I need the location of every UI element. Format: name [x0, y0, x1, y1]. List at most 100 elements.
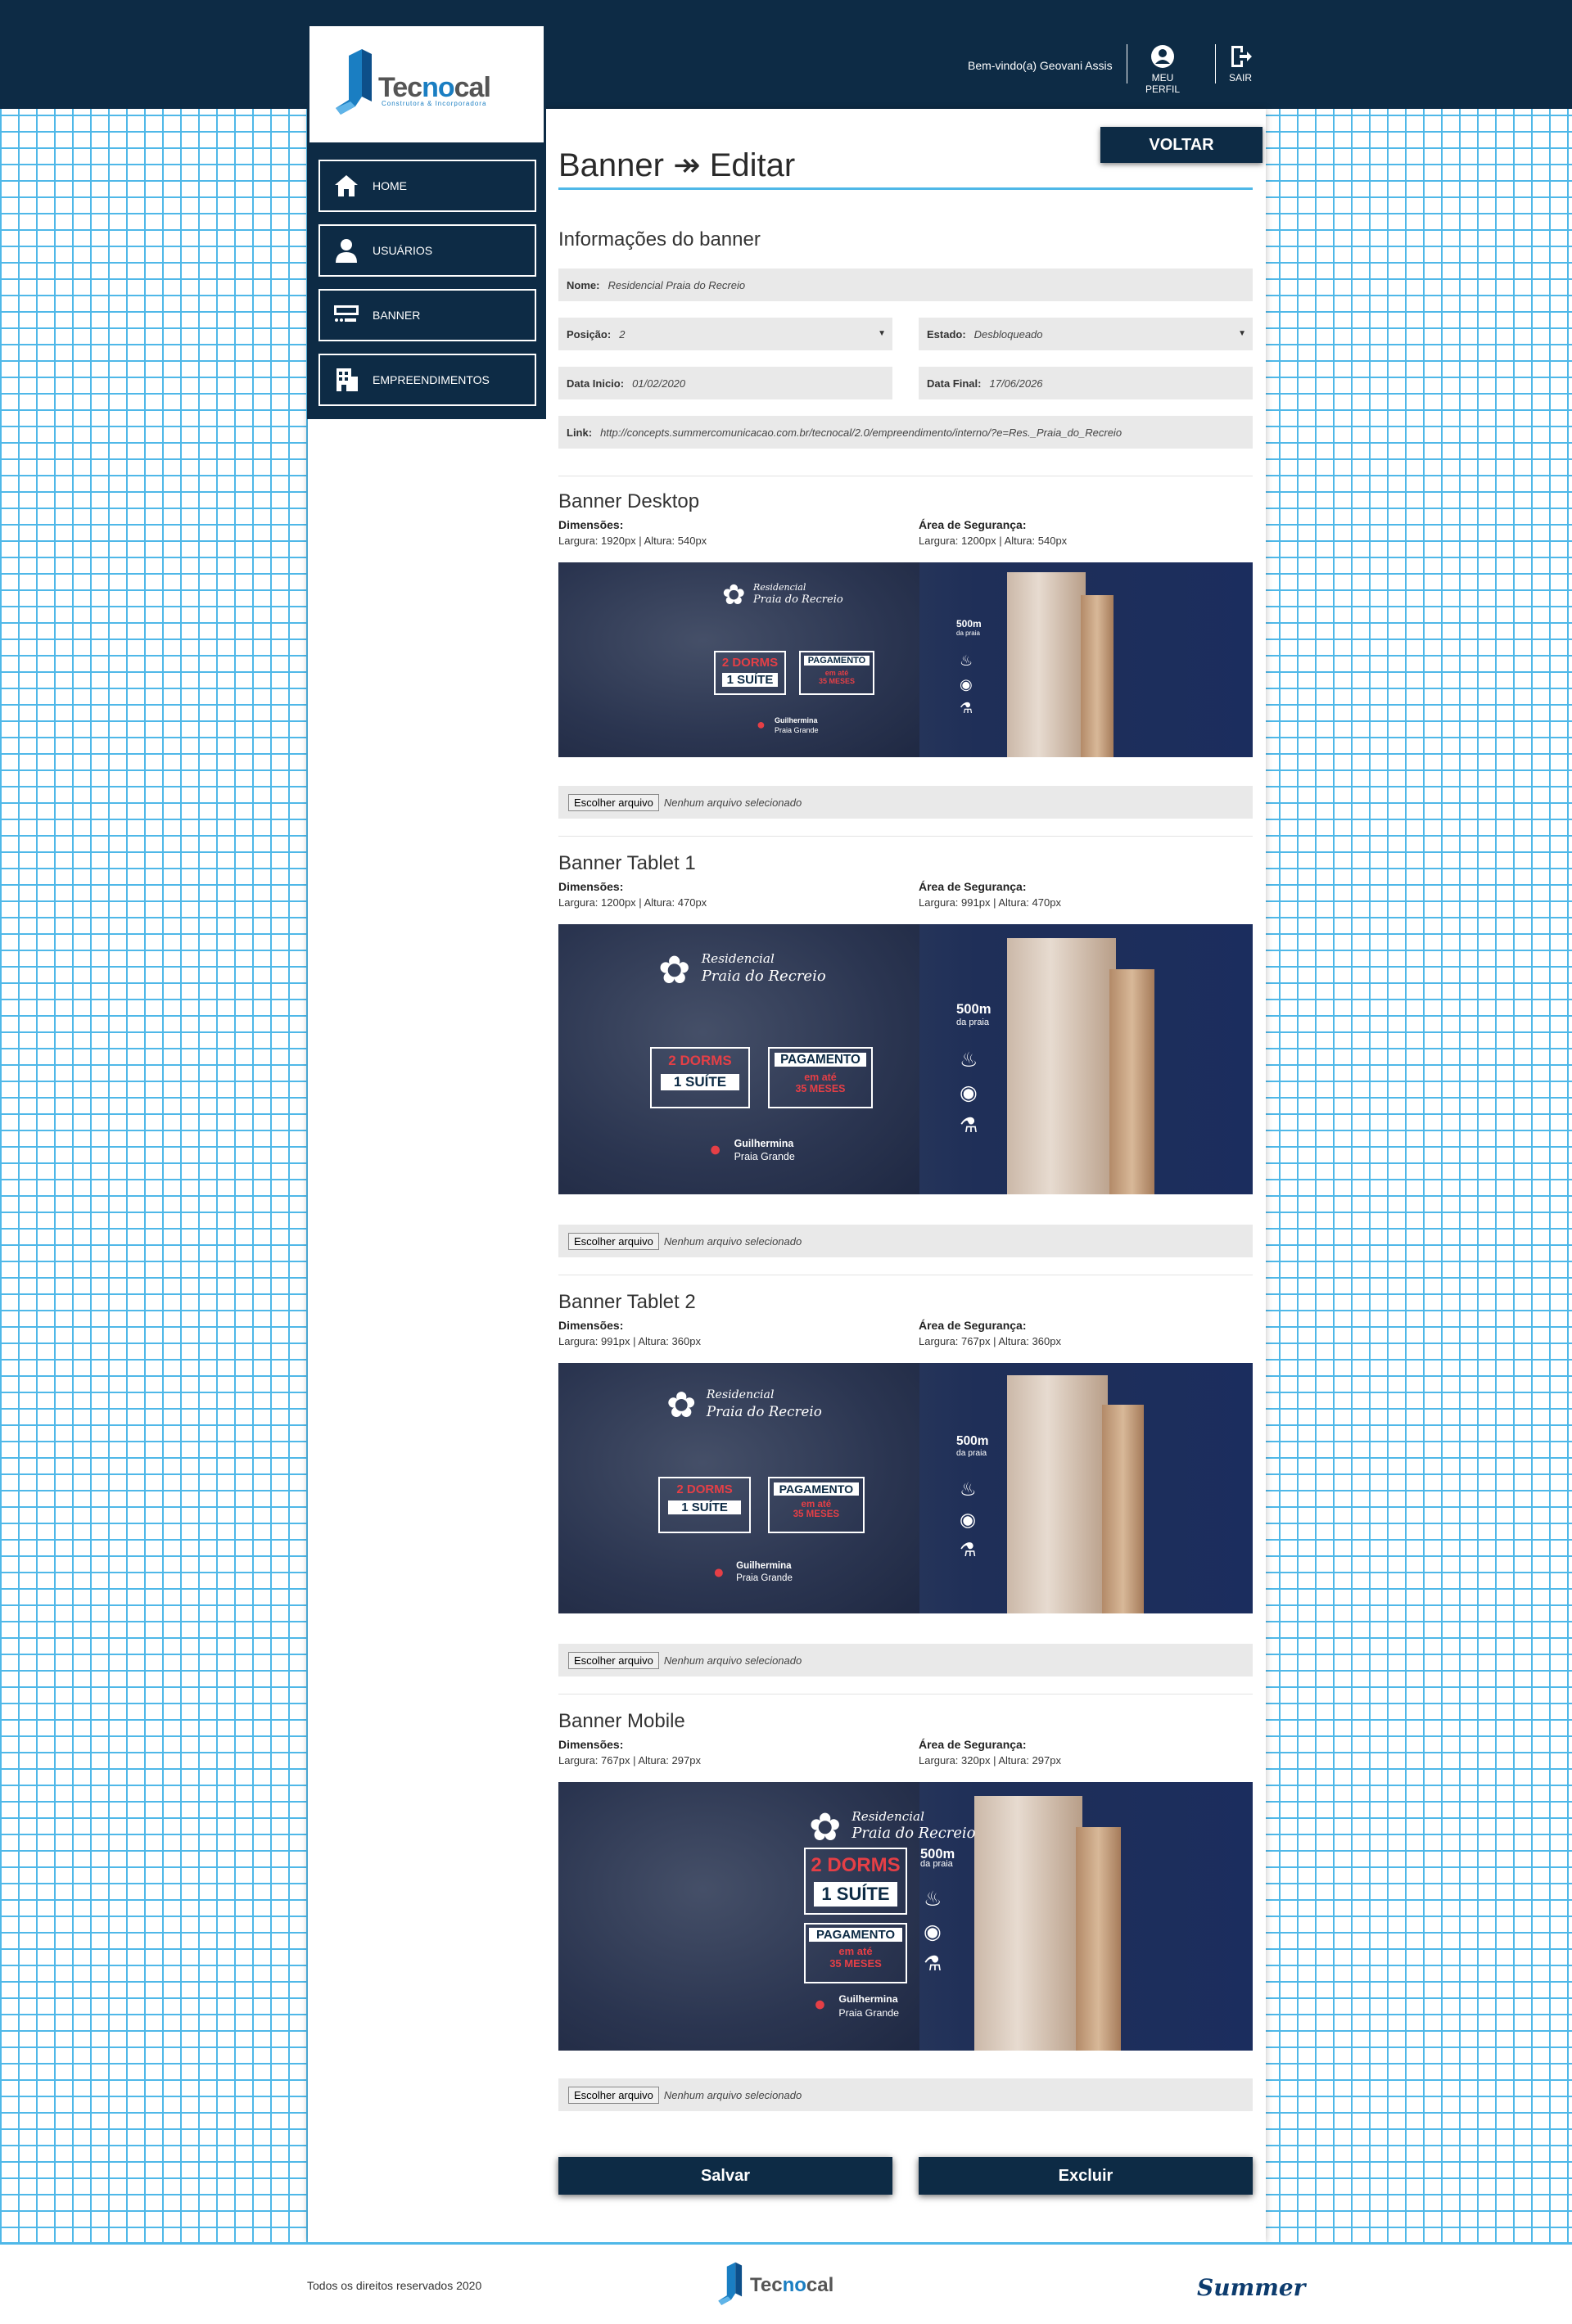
building-image — [1007, 572, 1086, 757]
distance-text: 500m — [956, 1001, 992, 1018]
position-select[interactable]: Posição: 2 ▼ — [558, 318, 892, 350]
distance-subtext: da praia — [956, 1017, 990, 1027]
location-line-2: Praia Grande — [775, 726, 819, 734]
welcome-text: Bem-vindo(a) Geovani Assis — [968, 59, 1113, 72]
location-line-1: Guilhermina — [736, 1560, 792, 1571]
safe-area-label: Área de Segurança: — [919, 1319, 1027, 1332]
sidebar-item-users[interactable]: USUÁRIOS — [318, 224, 536, 277]
profile-label: MEU PERFIL — [1145, 72, 1180, 95]
dove-icon: ✿ — [722, 580, 746, 611]
file-input[interactable]: Escolher arquivo Nenhum arquivo seleciona… — [558, 1644, 1253, 1676]
start-date-field[interactable]: Data Inicio: 01/02/2020 — [558, 367, 892, 399]
choose-file-button[interactable]: Escolher arquivo — [568, 1232, 659, 1250]
logout-label: SAIR — [1228, 72, 1252, 83]
save-button[interactable]: Salvar — [558, 2157, 892, 2195]
safe-area-value: Largura: 991px | Altura: 470px — [919, 896, 1061, 909]
location-line-2: Praia Grande — [734, 1151, 795, 1163]
chevron-down-icon: ▼ — [1238, 329, 1246, 338]
name-value: Residencial Praia do Recreio — [608, 278, 746, 291]
sidebar-item-label: USUÁRIOS — [373, 244, 433, 257]
link-field[interactable]: Link: http://concepts.summercomunicacao.… — [558, 416, 1253, 449]
status-select[interactable]: Estado: Desbloqueado ▼ — [919, 318, 1253, 350]
profile-button[interactable]: MEU PERFIL — [1136, 44, 1189, 95]
distance-subtext: da praia — [956, 1449, 987, 1459]
banner-residencial: Residencial — [852, 1809, 924, 1825]
end-date-field[interactable]: Data Final: 17/06/2026 — [919, 367, 1253, 399]
sidebar-item-home[interactable]: HOME — [318, 160, 536, 212]
amenity-icons: ♨ ◉ ⚗ — [960, 1048, 978, 1137]
building-image — [974, 1795, 1083, 2051]
banner-project-name: Praia do Recreio — [701, 967, 826, 985]
sidebar-item-label: HOME — [373, 179, 407, 192]
title-underline — [558, 187, 1253, 190]
home-icon — [335, 175, 358, 196]
info-section-title: Informações do banner — [558, 228, 761, 250]
page-title: Banner ↠ Editar — [558, 147, 796, 183]
banner-residencial: Residencial — [701, 951, 775, 967]
file-status: Nenhum arquivo selecionado — [663, 796, 802, 809]
content-card: VOLTAR Banner ↠ Editar Informações do ba… — [308, 109, 1266, 2242]
file-input[interactable]: Escolher arquivo Nenhum arquivo seleciona… — [558, 786, 1253, 819]
banner-section-title: Banner Tablet 2 — [558, 1291, 696, 1313]
amenity-icons: ♨ ◉ ⚗ — [960, 652, 973, 716]
location-pin-icon: ● — [757, 716, 766, 733]
dimensions-label: Dimensões: — [558, 518, 624, 531]
delete-button[interactable]: Excluir — [919, 2157, 1253, 2195]
location-line-1: Guilhermina — [838, 1993, 898, 2005]
banner-preview-image: ✿ Residencial Praia do Recreio 2 DORMS 1 SUÍ… — [558, 562, 1253, 757]
dimensions-value: Largura: 767px | Altura: 297px — [558, 1754, 701, 1767]
file-input[interactable]: Escolher arquivo Nenhum arquivo seleciona… — [558, 1225, 1253, 1257]
dorms-box: 2 DORMS 1 SUÍTE — [658, 1476, 752, 1534]
footer: Todos os direitos reservados 2020 Tecnoc… — [0, 2242, 1572, 2324]
start-date-label: Data Inicio: — [567, 377, 625, 390]
logo[interactable]: Tecnocal Construtora & Incorporadora — [309, 26, 544, 142]
end-date-value: 17/06/2026 — [989, 377, 1043, 390]
safe-area-label: Área de Segurança: — [919, 880, 1027, 893]
sidebar: Tecnocal Construtora & Incorporadora HOM… — [307, 26, 546, 419]
location-line-2: Praia Grande — [838, 2006, 900, 2019]
dimensions-value: Largura: 1920px | Altura: 540px — [558, 535, 707, 547]
link-label: Link: — [567, 426, 593, 439]
logout-button[interactable]: SAIR — [1222, 44, 1259, 83]
sidebar-item-label: EMPREENDIMENTOS — [373, 373, 490, 386]
position-label: Posição: — [567, 327, 612, 341]
building-image-2 — [1101, 1405, 1145, 1613]
dimensions-label: Dimensões: — [558, 880, 624, 893]
logo-tagline: Construtora & Incorporadora — [382, 100, 487, 107]
location-pin-icon: ● — [814, 1993, 826, 2015]
banner-project-name: Praia do Recreio — [753, 593, 843, 606]
choose-file-button[interactable]: Escolher arquivo — [568, 2086, 659, 2104]
choose-file-button[interactable]: Escolher arquivo — [568, 793, 659, 811]
start-date-value: 01/02/2020 — [632, 377, 686, 390]
status-label: Estado: — [927, 327, 966, 341]
banner-preview-image: ✿ Residencial Praia do Recreio 2 DORMS 1 SUÍ… — [558, 1782, 1253, 2051]
distance-subtext: da praia — [956, 630, 980, 637]
amenity-icons: ♨ ◉ ⚗ — [924, 1889, 942, 1976]
back-button[interactable]: VOLTAR — [1100, 127, 1263, 163]
amenity-icons: ♨ ◉ ⚗ — [960, 1478, 977, 1561]
dorms-box: 2 DORMS 1 SUÍTE — [804, 1848, 907, 1915]
sidebar-item-developments[interactable]: EMPREENDIMENTOS — [318, 354, 536, 406]
choose-file-button[interactable]: Escolher arquivo — [568, 1651, 659, 1669]
end-date-label: Data Final: — [927, 377, 982, 390]
banner-residencial: Residencial — [753, 582, 806, 593]
link-value: http://concepts.summercomunicacao.com.br… — [600, 426, 1123, 439]
dorms-box: 2 DORMS 1 SUÍTE — [714, 651, 786, 695]
banner-section-title: Banner Tablet 1 — [558, 852, 696, 874]
banner-project-name: Praia do Recreio — [852, 1825, 976, 1843]
partner-logo[interactable]: Summer — [1197, 2274, 1305, 2301]
payment-box: PAGAMENTO em até 35 MESES — [799, 651, 874, 695]
payment-box: PAGAMENTO em até 35 MESES — [804, 1923, 907, 1983]
building-icon — [337, 368, 358, 391]
location-line-1: Guilhermina — [775, 716, 818, 724]
file-input[interactable]: Escolher arquivo Nenhum arquivo seleciona… — [558, 2078, 1253, 2111]
name-field[interactable]: Nome: Residencial Praia do Recreio — [558, 269, 1253, 301]
banner-residencial: Residencial — [706, 1388, 775, 1401]
dove-icon: ✿ — [809, 1805, 842, 1848]
building-image-2 — [1081, 595, 1114, 757]
sidebar-item-banner[interactable]: BANNER — [318, 289, 536, 341]
sidebar-item-label: BANNER — [373, 309, 421, 322]
divider — [558, 836, 1253, 837]
distance-text: 500m — [956, 618, 982, 630]
dorms-box: 2 DORMS 1 SUÍTE — [650, 1046, 751, 1108]
